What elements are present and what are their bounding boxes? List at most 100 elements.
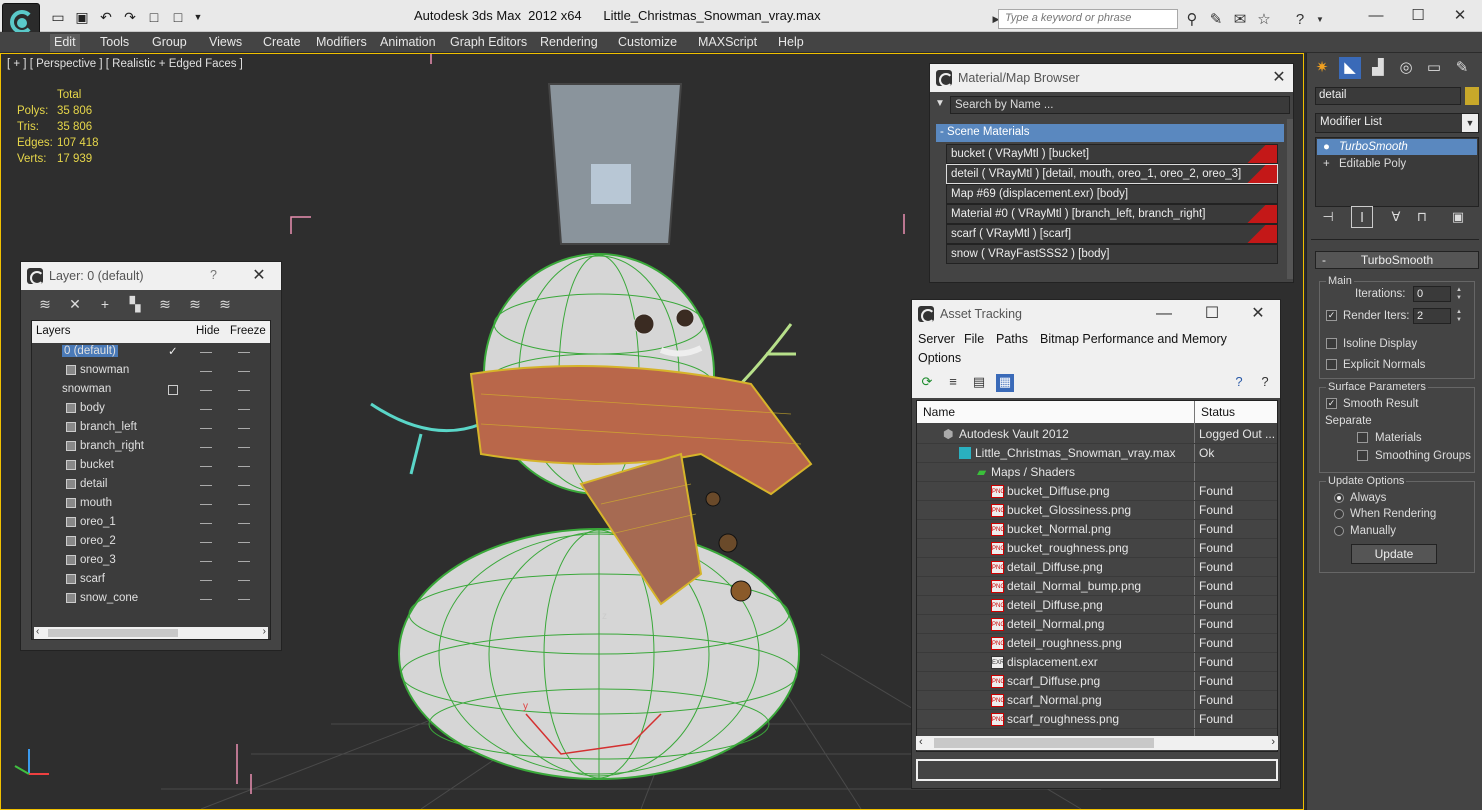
layer-row[interactable]: mouth xyxy=(32,495,270,514)
material-browser-titlebar[interactable]: Material/Map Browser ✕ xyxy=(930,64,1293,92)
asset-row[interactable]: PNG detail_Diffuse.png Found xyxy=(917,558,1277,577)
pin-stack-icon[interactable]: ⊣ xyxy=(1317,206,1339,228)
help-dropdown-icon[interactable]: ▼ xyxy=(1310,9,1330,29)
iterations-spinner[interactable]: 0 xyxy=(1413,286,1451,302)
delete-layer-icon[interactable]: ✕ xyxy=(65,296,85,314)
menu-paths[interactable]: Paths xyxy=(996,332,1028,346)
refresh-icon[interactable]: ⟳ xyxy=(918,374,936,392)
asset-row[interactable]: PNG bucket_Normal.png Found xyxy=(917,520,1277,539)
favorites-star-icon[interactable]: ☆ xyxy=(1254,9,1274,29)
show-end-result-icon[interactable]: Ⅰ xyxy=(1351,206,1373,228)
add-to-layer-icon[interactable]: + xyxy=(95,296,115,314)
smooth-result-checkbox[interactable]: ✓ xyxy=(1326,398,1337,409)
menu-maxscript[interactable]: MAXScript xyxy=(694,34,761,52)
object-name-field[interactable]: detail xyxy=(1315,87,1461,105)
remove-modifier-icon[interactable]: ⊓ xyxy=(1411,206,1433,228)
menu-modifiers[interactable]: Modifiers xyxy=(312,34,371,52)
layer-dialog-titlebar[interactable]: Layer: 0 (default) ? ✕ xyxy=(21,262,281,290)
col-status[interactable]: Status xyxy=(1201,405,1235,419)
layer-row[interactable]: branch_right xyxy=(32,438,270,457)
viewport-label[interactable]: [ + ] [ Perspective ] [ Realistic + Edge… xyxy=(7,58,243,70)
col-hide[interactable]: Hide xyxy=(196,325,220,337)
browser-options-icon[interactable]: ▼ xyxy=(935,98,945,109)
expand-icon[interactable]: + xyxy=(1323,156,1330,172)
highlight-layer-icon[interactable]: ≋ xyxy=(155,296,175,314)
when-rendering-radio[interactable] xyxy=(1334,509,1344,519)
asset-row[interactable]: PNG scarf_Diffuse.png Found xyxy=(917,672,1277,691)
spinner-arrows-icon[interactable]: ▲ ▼ xyxy=(1455,286,1463,302)
menu-bitmap-performance[interactable]: Bitmap Performance and Memory xyxy=(1040,332,1227,346)
scene-materials-group[interactable]: - Scene Materials xyxy=(936,124,1284,142)
modifier-stack[interactable]: ● TurboSmooth + Editable Poly xyxy=(1315,137,1479,207)
project-folder-icon[interactable]: □ xyxy=(168,8,188,26)
material-item[interactable]: Material #0 ( VRayMtl ) [branch_left, br… xyxy=(946,204,1278,224)
layer-row[interactable]: body xyxy=(32,400,270,419)
menu-help[interactable]: Help xyxy=(774,34,808,52)
minimize-icon[interactable]: — xyxy=(1152,304,1176,324)
stack-item-turbosmooth[interactable]: ● TurboSmooth xyxy=(1317,139,1477,155)
render-iters-checkbox[interactable]: ✓ xyxy=(1326,310,1337,321)
display-tab-icon[interactable]: ▭ xyxy=(1423,57,1445,79)
col-layers[interactable]: Layers xyxy=(36,325,71,337)
create-tab-icon[interactable]: ✷ xyxy=(1311,57,1333,79)
asset-status-field[interactable] xyxy=(916,759,1278,781)
scroll-thumb[interactable] xyxy=(48,629,178,637)
isoline-checkbox[interactable] xyxy=(1326,338,1337,349)
material-item[interactable]: scarf ( VRayMtl ) [scarf] xyxy=(946,224,1278,244)
communication-center-icon[interactable]: ✉ xyxy=(1230,9,1250,29)
close-icon[interactable]: ✕ xyxy=(247,266,271,286)
lightbulb-icon[interactable]: ● xyxy=(1323,139,1330,155)
help-icon[interactable]: ? xyxy=(1230,374,1248,392)
binoculars-icon[interactable]: ⚲ xyxy=(1182,9,1202,29)
menu-create[interactable]: Create xyxy=(259,34,305,52)
new-layer-icon[interactable]: ≋ xyxy=(35,296,55,314)
modify-tab-icon[interactable]: ◣ xyxy=(1339,57,1361,79)
asset-row[interactable]: PNG deteil_roughness.png Found xyxy=(917,634,1277,653)
horizontal-scrollbar[interactable]: ‹ › xyxy=(916,736,1278,750)
hide-all-icon[interactable]: ≋ xyxy=(185,296,205,314)
layer-row[interactable]: snow_cone xyxy=(32,590,270,609)
asset-row[interactable]: EXR displacement.exr Found xyxy=(917,653,1277,672)
layer-row[interactable]: oreo_3 xyxy=(32,552,270,571)
asset-row[interactable]: PNG bucket_roughness.png Found xyxy=(917,539,1277,558)
table-view-icon[interactable]: ▦ xyxy=(996,374,1014,392)
layer-row[interactable]: branch_left xyxy=(32,419,270,438)
asset-row[interactable]: PNG bucket_Glossiness.png Found xyxy=(917,501,1277,520)
layer-row-default[interactable]: 0 (default) ✓ xyxy=(32,343,270,362)
menu-rendering[interactable]: Rendering xyxy=(536,34,602,52)
utilities-tab-icon[interactable]: ✎ xyxy=(1451,57,1473,79)
scroll-left-icon[interactable]: ‹ xyxy=(36,626,39,637)
scroll-right-icon[interactable]: › xyxy=(1271,736,1275,748)
minimize-icon[interactable]: — xyxy=(1356,4,1396,26)
make-unique-icon[interactable]: ∀ xyxy=(1385,206,1407,228)
menu-views[interactable]: Views xyxy=(205,34,246,52)
layer-row[interactable]: bucket xyxy=(32,457,270,476)
save-icon[interactable]: ▣ xyxy=(72,8,92,26)
menu-customize[interactable]: Customize xyxy=(614,34,681,52)
undo-icon[interactable]: ↶ xyxy=(96,8,116,26)
layer-help-icon[interactable]: ? xyxy=(210,268,217,282)
asset-row[interactable]: PNG deteil_Diffuse.png Found xyxy=(917,596,1277,615)
redo-icon[interactable]: ↷ xyxy=(120,8,140,26)
material-item[interactable]: Map #69 (displacement.exr) [body] xyxy=(946,184,1278,204)
layer-row[interactable]: detail xyxy=(32,476,270,495)
layers-tree[interactable]: Layers Hide Freeze 0 (default) ✓ snowman… xyxy=(31,320,271,640)
material-item[interactable]: bucket ( VRayMtl ) [bucket] xyxy=(946,144,1278,164)
render-iters-spinner[interactable]: 2 xyxy=(1413,308,1451,324)
list-view-icon[interactable]: ≡ xyxy=(944,374,962,392)
close-icon[interactable]: ✕ xyxy=(1246,304,1270,324)
active-check-icon[interactable]: ✓ xyxy=(168,344,178,358)
asset-row[interactable]: PNG bucket_Diffuse.png Found xyxy=(917,482,1277,501)
explicit-normals-checkbox[interactable] xyxy=(1326,359,1337,370)
hierarchy-tab-icon[interactable]: ▟ xyxy=(1367,57,1389,79)
new-scene-icon[interactable]: □ xyxy=(144,8,164,26)
object-color-swatch[interactable] xyxy=(1465,87,1479,105)
freeze-all-icon[interactable]: ≋ xyxy=(215,296,235,314)
layer-row[interactable]: scarf xyxy=(32,571,270,590)
asset-row[interactable]: Little_Christmas_Snowman_vray.max Ok xyxy=(917,444,1277,463)
scroll-right-icon[interactable]: › xyxy=(263,626,266,637)
update-button[interactable]: Update xyxy=(1351,544,1437,564)
tools-icon[interactable]: ✎ xyxy=(1206,9,1226,29)
maximize-icon[interactable]: ☐ xyxy=(1398,4,1438,26)
material-search-input[interactable]: Search by Name ... xyxy=(950,96,1290,114)
